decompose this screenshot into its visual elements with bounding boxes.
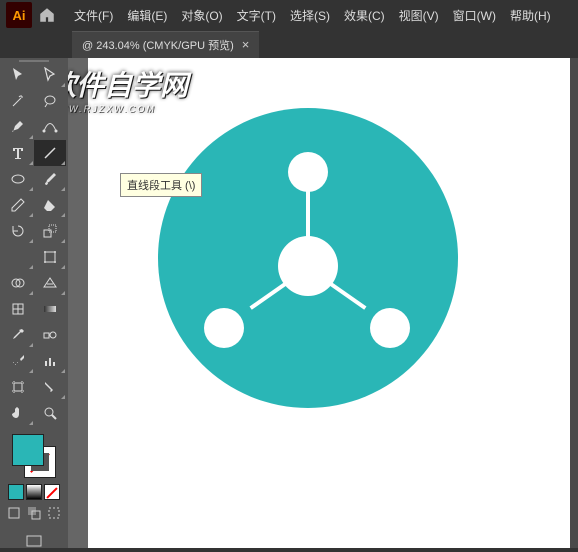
menu-object[interactable]: 对象(O) bbox=[175, 3, 228, 28]
eyedropper-tool[interactable] bbox=[2, 322, 34, 348]
artwork-node bbox=[370, 308, 410, 348]
magic-wand-tool[interactable] bbox=[2, 88, 34, 114]
symbol-sprayer-tool[interactable] bbox=[2, 348, 34, 374]
tab-bar: @ 243.04% (CMYK/GPU 预览) × bbox=[0, 30, 578, 58]
scale-tool[interactable] bbox=[34, 218, 66, 244]
width-tool[interactable] bbox=[2, 244, 34, 270]
ellipse-tool[interactable] bbox=[2, 166, 34, 192]
menu-edit[interactable]: 编辑(E) bbox=[121, 3, 173, 28]
menu-window[interactable]: 窗口(W) bbox=[447, 3, 502, 28]
artwork-node bbox=[288, 152, 328, 192]
menu-type[interactable]: 文字(T) bbox=[231, 3, 282, 28]
gradient-tool[interactable] bbox=[34, 296, 66, 322]
toolbox bbox=[0, 58, 68, 548]
menu-file[interactable]: 文件(F) bbox=[68, 3, 119, 28]
artwork-node bbox=[204, 308, 244, 348]
artwork-circle bbox=[158, 108, 458, 408]
draw-inside-icon[interactable] bbox=[44, 504, 64, 522]
close-icon[interactable]: × bbox=[242, 37, 250, 52]
rotate-tool[interactable] bbox=[2, 218, 34, 244]
eraser-tool[interactable] bbox=[34, 192, 66, 218]
menu-effect[interactable]: 效果(C) bbox=[338, 3, 391, 28]
direct-selection-tool[interactable] bbox=[34, 62, 66, 88]
vertical-scrollbar[interactable] bbox=[570, 58, 578, 548]
menu-select[interactable]: 选择(S) bbox=[284, 3, 336, 28]
artboard-tool[interactable] bbox=[2, 374, 34, 400]
none-mode-chip[interactable] bbox=[44, 484, 60, 500]
pencil-tool[interactable] bbox=[2, 192, 34, 218]
selection-tool[interactable] bbox=[2, 62, 34, 88]
menu-view[interactable]: 视图(V) bbox=[393, 3, 445, 28]
blend-tool[interactable] bbox=[34, 322, 66, 348]
line-segment-tool[interactable] bbox=[34, 140, 66, 166]
slice-tool[interactable] bbox=[34, 374, 66, 400]
fill-swatch[interactable] bbox=[12, 434, 44, 466]
tab-label: @ 243.04% (CMYK/GPU 预览) bbox=[82, 37, 234, 53]
perspective-grid-tool[interactable] bbox=[34, 270, 66, 296]
free-transform-tool[interactable] bbox=[34, 244, 66, 270]
lasso-tool[interactable] bbox=[34, 88, 66, 114]
artboard[interactable]: 软件自学网 WWW.RJZXW.COM bbox=[88, 58, 570, 548]
document-tab[interactable]: @ 243.04% (CMYK/GPU 预览) × bbox=[72, 31, 259, 58]
zoom-tool[interactable] bbox=[34, 400, 66, 426]
menu-help[interactable]: 帮助(H) bbox=[504, 3, 557, 28]
fill-stroke-swatches bbox=[2, 430, 66, 552]
pen-tool[interactable] bbox=[2, 114, 34, 140]
gradient-mode-chip[interactable] bbox=[26, 484, 42, 500]
draw-normal-icon[interactable] bbox=[4, 504, 24, 522]
artwork-node bbox=[278, 236, 338, 296]
watermark-text: 软件自学网 bbox=[68, 70, 188, 101]
menu-bar: Ai 文件(F) 编辑(E) 对象(O) 文字(T) 选择(S) 效果(C) 视… bbox=[0, 0, 578, 30]
column-graph-tool[interactable] bbox=[34, 348, 66, 374]
curvature-tool[interactable] bbox=[34, 114, 66, 140]
type-tool[interactable] bbox=[2, 140, 34, 166]
hand-tool[interactable] bbox=[2, 400, 34, 426]
paintbrush-tool[interactable] bbox=[34, 166, 66, 192]
screen-mode-icon[interactable] bbox=[23, 532, 45, 550]
menu-items: 文件(F) 编辑(E) 对象(O) 文字(T) 选择(S) 效果(C) 视图(V… bbox=[68, 3, 557, 28]
home-icon[interactable] bbox=[38, 6, 56, 24]
tool-tooltip: 直线段工具 (\) bbox=[120, 173, 202, 197]
app-logo: Ai bbox=[6, 2, 32, 28]
color-mode-chip[interactable] bbox=[8, 484, 24, 500]
shape-builder-tool[interactable] bbox=[2, 270, 34, 296]
draw-behind-icon[interactable] bbox=[24, 504, 44, 522]
watermark: 软件自学网 WWW.RJZXW.COM bbox=[68, 64, 188, 114]
watermark-sub: WWW.RJZXW.COM bbox=[68, 104, 188, 114]
mesh-tool[interactable] bbox=[2, 296, 34, 322]
canvas-area[interactable]: 软件自学网 WWW.RJZXW.COM 直线段工具 (\) bbox=[68, 58, 578, 548]
